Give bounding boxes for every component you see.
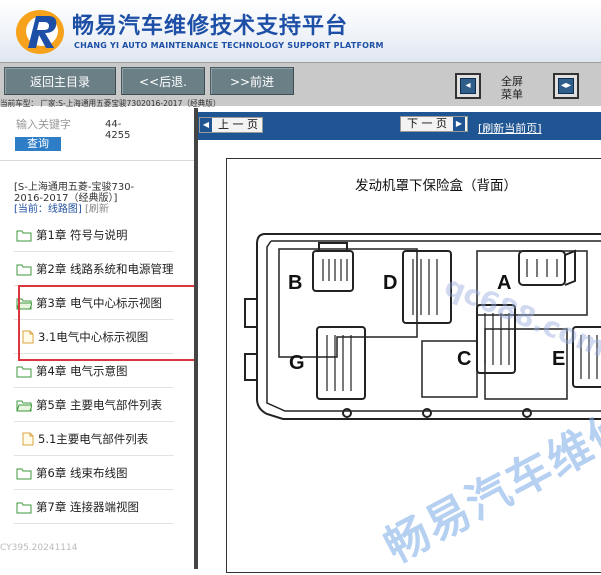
- fullscreen-menu-toggle[interactable]: 全屏 菜单: [501, 75, 523, 101]
- highlight-box: [18, 285, 198, 361]
- tree-separator: [14, 523, 174, 524]
- refresh-page-link[interactable]: [刷新当前页]: [478, 120, 542, 136]
- folder-icon: [16, 229, 32, 242]
- page-icon: [22, 432, 34, 446]
- back-button[interactable]: <<后退.: [121, 67, 205, 95]
- label-e: E: [552, 348, 565, 370]
- collapse-panel-button[interactable]: ◂: [455, 73, 481, 99]
- app-header: 畅易汽车维修技术支持平台 CHANG YI AUTO MAINTENANCE T…: [0, 0, 601, 62]
- folder-icon: [16, 501, 32, 514]
- left-arrow-icon: ◀: [200, 118, 212, 132]
- next-page-label: 下 一 页: [407, 117, 447, 130]
- logo-icon: [16, 10, 64, 54]
- version-code: CY395.20241114: [0, 543, 78, 553]
- folder-icon: [16, 467, 32, 480]
- fullscreen-button[interactable]: ◂▸: [553, 73, 579, 99]
- home-button[interactable]: 返回主目录: [4, 67, 116, 95]
- tree-separator: [14, 455, 174, 456]
- tree-item-label: 第6章 线束布线图: [36, 466, 128, 480]
- tree-chapter-item[interactable]: 第1章 符号与说明: [16, 224, 127, 246]
- code-line-2: 4255: [105, 130, 131, 141]
- forward-button[interactable]: >>前进: [210, 67, 294, 95]
- expand-icon: ◂▸: [558, 78, 574, 94]
- folder-icon: [16, 263, 32, 276]
- tree-chapter-item[interactable]: 第2章 线路系统和电源管理: [16, 258, 173, 280]
- current-view: [当前：线路图]: [14, 204, 82, 215]
- tree-item-label: 第5章 主要电气部件列表: [36, 398, 162, 412]
- tree-item-label: 第1章 符号与说明: [36, 228, 128, 242]
- code-number: 44- 4255: [105, 119, 130, 141]
- tree-chapter-item[interactable]: 第5章 主要电气部件列表: [16, 394, 162, 416]
- label-g: G: [289, 352, 305, 374]
- right-arrow-icon: ▶: [453, 117, 465, 131]
- context-line-1: [S-上海通用五菱-宝骏730-: [14, 182, 135, 193]
- tree-item-label: 5.1主要电气部件列表: [38, 432, 149, 446]
- tree-separator: [14, 387, 174, 388]
- tree-chapter-item[interactable]: 第7章 连接器端视图: [16, 496, 139, 518]
- tree-chapter-item[interactable]: 第6章 线束布线图: [16, 462, 127, 484]
- diagram-title: 发动机罩下保险盒（背面）: [355, 178, 517, 194]
- tree-refresh-link[interactable]: [刷新: [85, 204, 109, 215]
- menu-label: 菜单: [501, 88, 523, 101]
- prev-page-label: 上 一 页: [218, 118, 258, 131]
- tree-separator: [14, 251, 174, 252]
- tree-separator: [14, 489, 174, 490]
- search-divider: [0, 160, 194, 161]
- context-line-2: 2016-2017（经典版）]: [14, 193, 118, 204]
- panel-toggle-icon: ◂: [460, 78, 476, 94]
- label-b: B: [288, 272, 302, 294]
- label-d: D: [383, 272, 397, 294]
- prev-page-button[interactable]: ◀ 上 一 页: [199, 117, 263, 133]
- label-c: C: [457, 348, 471, 370]
- code-line-1: 44-: [105, 119, 122, 130]
- fullscreen-label: 全屏: [501, 75, 523, 88]
- tree-chapter-item[interactable]: 第4章 电气示意图: [16, 360, 127, 382]
- brand-title: 畅易汽车维修技术支持平台: [72, 14, 349, 39]
- tree-separator: [14, 421, 174, 422]
- next-page-button[interactable]: 下 一 页 ▶: [400, 116, 468, 132]
- keyword-input[interactable]: 输入关键字: [16, 116, 71, 132]
- folder-open-icon: [16, 399, 32, 412]
- tree-context: [S-上海通用五菱-宝骏730- 2016-2017（经典版）] [当前：线路图…: [14, 182, 134, 215]
- tree-item-label: 第2章 线路系统和电源管理: [36, 262, 174, 276]
- folder-icon: [16, 365, 32, 378]
- tree-page-item[interactable]: 5.1主要电气部件列表: [22, 428, 148, 450]
- search-button[interactable]: 查询: [15, 137, 61, 151]
- tree-item-label: 第4章 电气示意图: [36, 364, 128, 378]
- tree-item-label: 第7章 连接器端视图: [36, 500, 139, 514]
- brand-subtitle: CHANG YI AUTO MAINTENANCE TECHNOLOGY SUP…: [74, 41, 384, 50]
